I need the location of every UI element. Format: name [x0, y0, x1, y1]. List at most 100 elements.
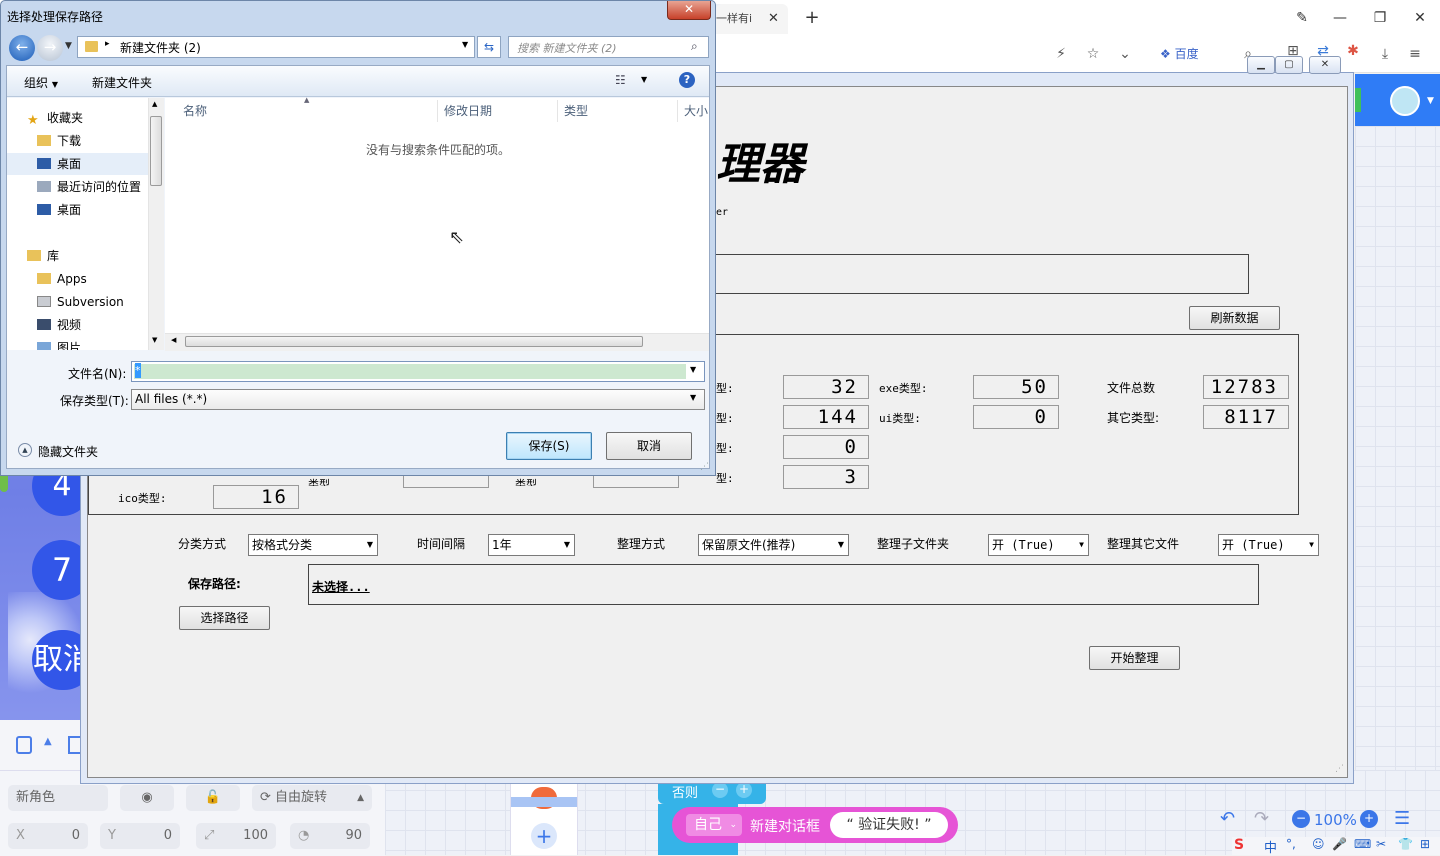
dialog-search-box[interactable]: 搜索 新建文件夹 (2) ⌕ — [508, 36, 709, 58]
skin-icon[interactable]: 👕 — [1398, 837, 1413, 851]
extension-icon[interactable]: ✱ — [1342, 40, 1364, 62]
forward-button[interactable]: → — [37, 35, 63, 61]
chevron-down-icon[interactable]: ▼ — [1427, 96, 1434, 106]
owner-select[interactable]: 自己 ⌄ — [686, 814, 742, 836]
cancel-button[interactable]: 取消 — [606, 432, 692, 460]
nav-downloads[interactable]: 下载 — [7, 130, 163, 152]
nav-apps[interactable]: Apps — [7, 268, 163, 290]
tools-icon[interactable]: ✂ — [1376, 837, 1386, 851]
unlock-icon[interactable]: 🔓 — [186, 785, 240, 811]
nav-video[interactable]: 视频 — [7, 314, 163, 336]
zoom-in-button[interactable]: + — [1360, 810, 1378, 828]
resize-grip[interactable]: ⋰ — [1335, 764, 1345, 774]
nav-desktop[interactable]: 桌面 — [7, 153, 163, 175]
search-engine[interactable]: ❖ 百度 — [1160, 44, 1230, 64]
chevron-down-icon[interactable]: ▼ — [690, 365, 696, 374]
refresh-icon[interactable]: ⇆ — [477, 36, 501, 58]
rotation-mode-select[interactable]: ⟳ 自由旋转 ▲ — [252, 785, 372, 811]
help-icon[interactable]: ? — [679, 72, 695, 88]
menu-icon[interactable]: ≡ — [1404, 43, 1426, 65]
eye-icon[interactable]: ◉ — [120, 785, 174, 811]
column-modified[interactable]: 修改日期 — [438, 100, 558, 122]
x-field[interactable]: X0 — [8, 823, 88, 849]
scroll-thumb[interactable] — [150, 116, 162, 186]
close-tab-icon[interactable]: ✕ — [768, 4, 779, 34]
column-name[interactable]: 名称 — [177, 100, 438, 122]
classify-select[interactable]: 按格式分类 ▼ — [248, 534, 378, 556]
minimize-browser-icon[interactable]: — — [1325, 6, 1355, 30]
zoom-out-button[interactable]: − — [1292, 810, 1310, 828]
size-field[interactable]: ⤢ 100 — [196, 823, 276, 849]
view-icon[interactable]: ☷ — [615, 73, 626, 87]
resize-grip[interactable]: ⋰ — [700, 462, 709, 472]
sogou-icon[interactable]: S — [1234, 837, 1244, 853]
new-folder-button[interactable]: 新建文件夹 — [92, 74, 152, 91]
maximize-icon[interactable]: ▢ — [1275, 56, 1303, 74]
remove-icon[interactable]: − — [712, 782, 728, 798]
lightning-icon[interactable]: ⚡ — [1050, 43, 1072, 65]
save-button[interactable]: 保存(S) — [506, 432, 592, 460]
scroll-left-icon[interactable]: ◀ — [171, 336, 176, 344]
column-type[interactable]: 类型 — [558, 100, 678, 122]
align-icon[interactable]: ☰ — [1394, 808, 1410, 829]
y-field[interactable]: Y0 — [100, 823, 180, 849]
chevron-up-icon[interactable]: ▲ — [44, 736, 52, 747]
chevron-down-icon[interactable]: ▼ — [641, 75, 647, 84]
nav-desktop-2[interactable]: 桌面 — [7, 199, 163, 221]
direction-field[interactable]: ◔ 90 — [290, 823, 370, 849]
punctuation-icon[interactable]: °, — [1286, 837, 1296, 851]
organize-menu[interactable]: 组织 ▼ — [24, 74, 58, 91]
close-browser-icon[interactable]: ✕ — [1405, 6, 1435, 30]
redo-icon[interactable]: ↷ — [1254, 808, 1269, 829]
back-button[interactable]: ← — [9, 35, 35, 61]
sprite-name-field[interactable]: 新角色 — [8, 785, 108, 811]
start-organize-button[interactable]: 开始整理 — [1089, 646, 1180, 670]
add-sprite-button[interactable]: + — [531, 823, 557, 849]
nav-subversion[interactable]: Subversion — [7, 291, 163, 313]
reading-mode-icon[interactable]: ✎ — [1287, 6, 1317, 30]
other-files-select[interactable]: 开 (True) ▼ — [1218, 534, 1319, 556]
chevron-down-icon[interactable]: ⌄ — [1114, 43, 1136, 65]
scroll-down-icon[interactable]: ▼ — [152, 336, 157, 344]
list-scrollbar[interactable]: ◀ — [165, 333, 709, 351]
new-tab-button[interactable]: + — [800, 6, 824, 30]
search-icon[interactable]: ⌕ — [691, 39, 698, 54]
filetype-select[interactable]: All files (*.*) ▼ — [131, 389, 705, 410]
small-stage-icon[interactable] — [16, 736, 32, 754]
dialog-block[interactable]: 自己 ⌄ 新建对话框 “ 验证失败! ” — [672, 807, 958, 843]
nav-library[interactable]: 库 — [7, 245, 163, 267]
nav-recent[interactable]: 最近访问的位置 — [7, 176, 163, 198]
hide-folders-toggle[interactable]: 隐藏文件夹 — [38, 443, 98, 460]
method-select[interactable]: 保留原文件(推荐) ▼ — [698, 534, 849, 556]
address-bar[interactable]: ▸ 新建文件夹 (2) ▼ — [77, 36, 475, 58]
star-icon[interactable]: ☆ — [1082, 43, 1104, 65]
scroll-thumb[interactable] — [185, 336, 643, 347]
minimize-icon[interactable]: ▁ — [1247, 56, 1275, 74]
dialog-text-input[interactable]: “ 验证失败! ” — [830, 812, 948, 838]
nav-pictures[interactable]: 图片 — [7, 337, 163, 350]
emoji-icon[interactable]: ☺ — [1312, 837, 1325, 851]
undo-icon[interactable]: ↶ — [1220, 808, 1235, 829]
refresh-button[interactable]: 刷新数据 — [1189, 306, 1280, 330]
close-icon[interactable]: ✕ — [1309, 56, 1341, 74]
column-size[interactable]: 大小 — [678, 100, 709, 122]
filename-input[interactable]: * ▼ — [131, 361, 705, 382]
add-icon[interactable]: + — [736, 782, 752, 798]
browser-tab-active[interactable]: 一样有i ✕ — [716, 4, 788, 34]
collapse-icon[interactable]: ▲ — [18, 443, 32, 457]
choose-path-button[interactable]: 选择路径 — [179, 606, 270, 630]
nav-scrollbar[interactable]: ▲ ▼ — [148, 98, 164, 350]
grid-icon[interactable]: ⊞ — [1420, 837, 1430, 851]
scroll-up-icon[interactable]: ▲ — [152, 100, 157, 108]
avatar[interactable] — [1390, 86, 1420, 116]
chevron-down-icon[interactable]: ▼ — [65, 41, 72, 51]
interval-select[interactable]: 1年 ▼ — [488, 534, 575, 556]
download-icon[interactable]: ⤓ — [1374, 43, 1396, 65]
nav-favorites[interactable]: ★ 收藏夹 — [7, 107, 163, 129]
mic-icon[interactable]: 🎤 — [1332, 837, 1347, 851]
restore-browser-icon[interactable]: ❐ — [1365, 6, 1395, 30]
subfolder-select[interactable]: 开 (True) ▼ — [988, 534, 1089, 556]
keyboard-icon[interactable]: ⌨ — [1354, 837, 1371, 851]
chevron-down-icon[interactable]: ▼ — [462, 40, 468, 49]
dialog-close-button[interactable]: ✕ — [667, 1, 711, 20]
